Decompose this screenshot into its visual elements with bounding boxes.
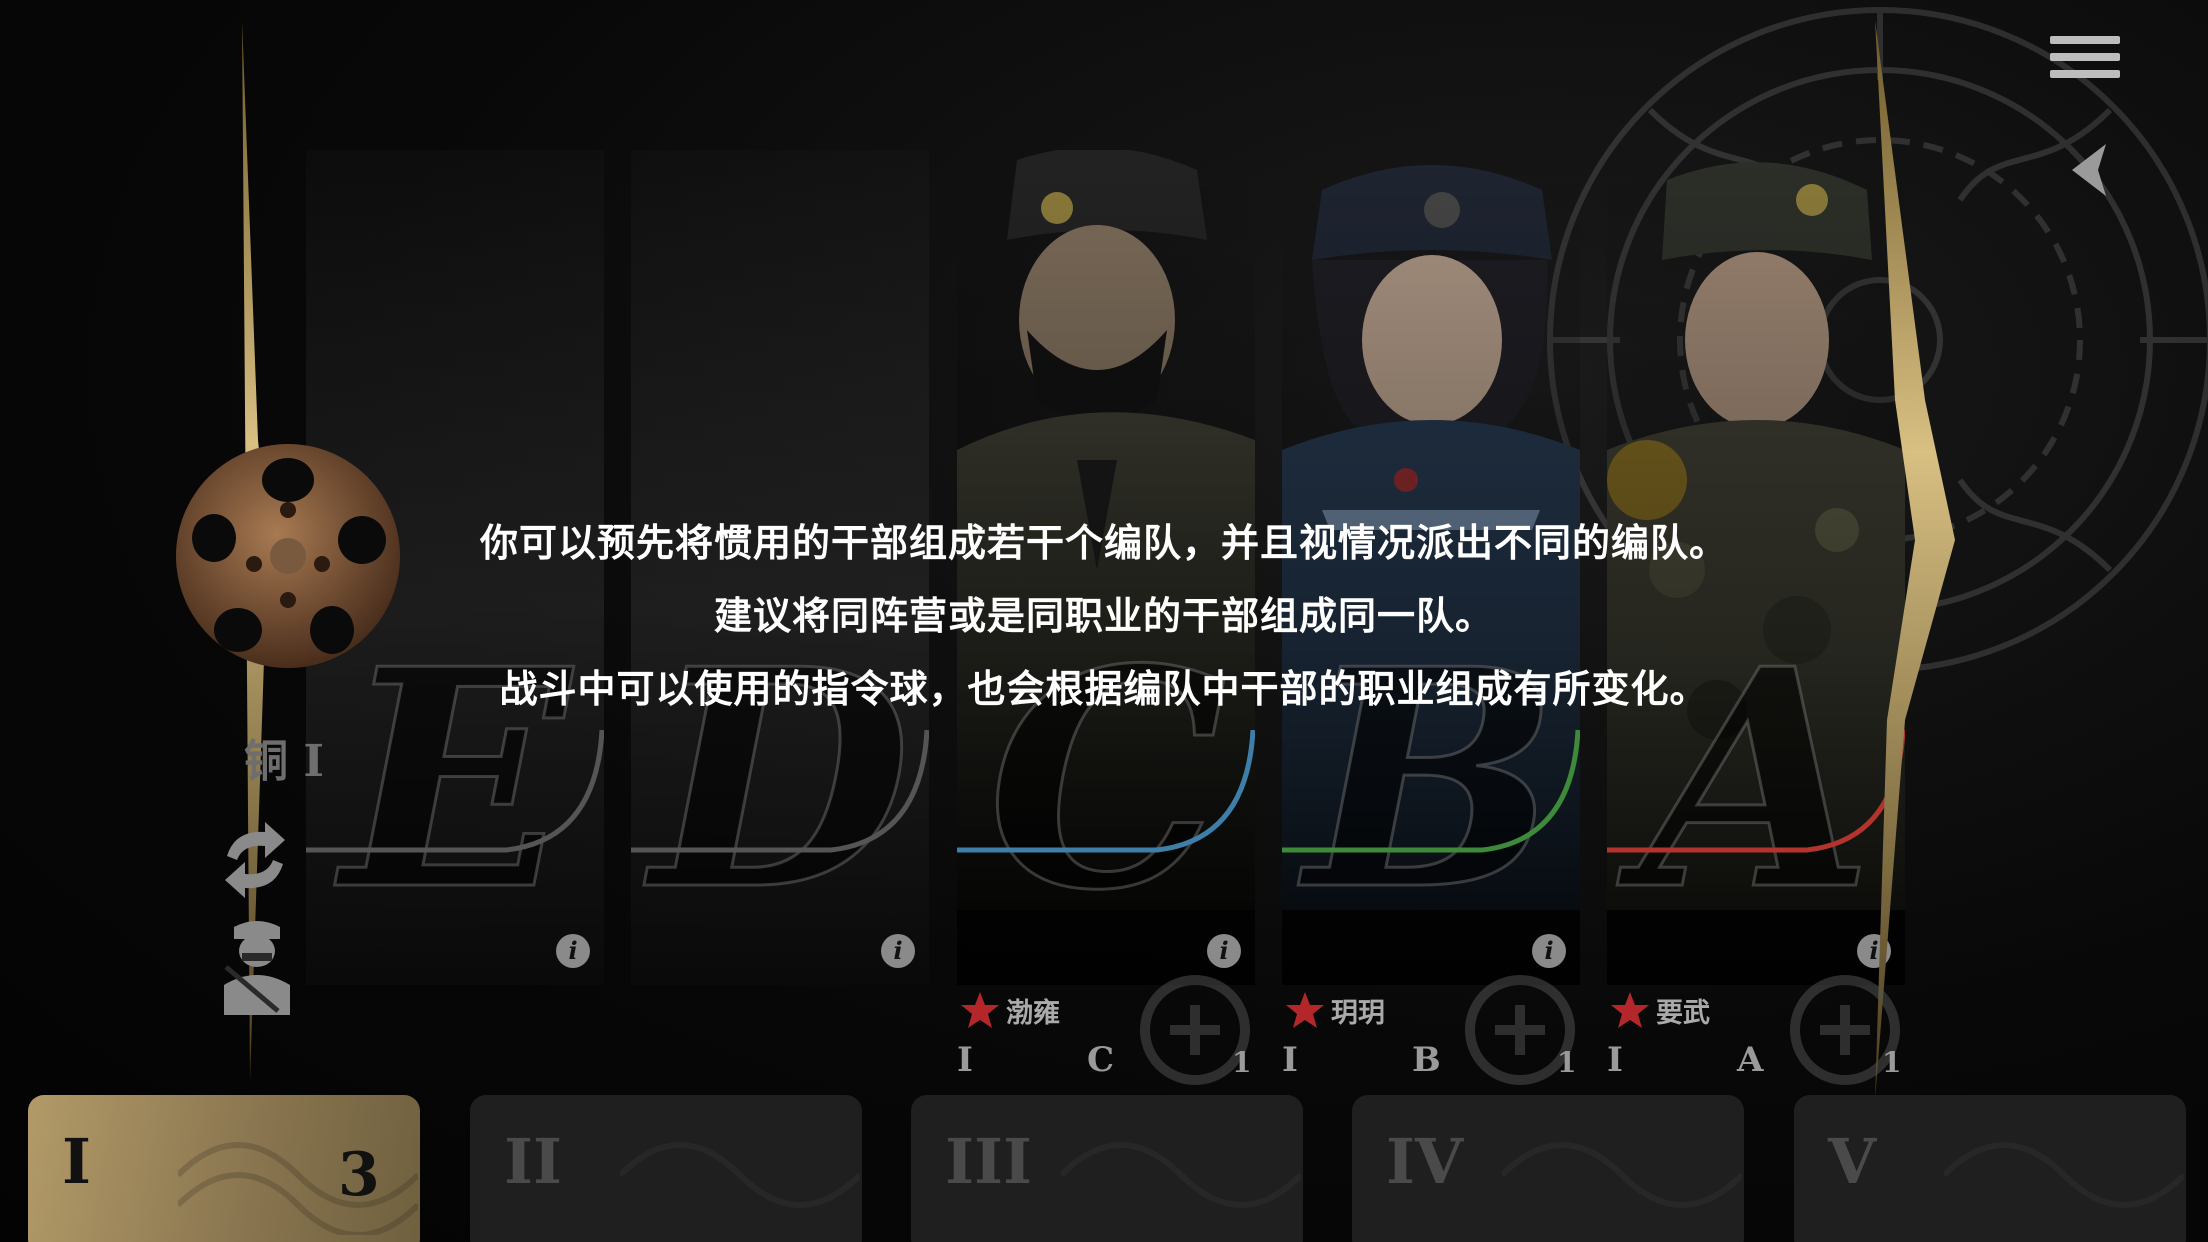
stat-tier: I bbox=[957, 1040, 973, 1080]
tutorial-line-2: 建议将同阵营或是同职业的干部组成同一队。 bbox=[713, 594, 1494, 638]
stat-level: 1 bbox=[1882, 1046, 1902, 1079]
tutorial-line-1: 你可以预先将惯用的干部组成若干个编队，并且视情况派出不同的编队。 bbox=[479, 521, 1728, 565]
stat-tier: I bbox=[1607, 1040, 1623, 1080]
tab-number: II bbox=[504, 1125, 563, 1198]
officer-name: 玥玥 bbox=[1331, 997, 1385, 1029]
team-tab-2[interactable]: II bbox=[470, 1095, 862, 1242]
slot-arc bbox=[306, 729, 604, 853]
tutorial-line-3: 战斗中可以使用的指令球，也会根据编队中干部的职业组成有所变化。 bbox=[499, 667, 1709, 711]
red-star-icon bbox=[1286, 992, 1324, 1028]
rank-label: 铜 I bbox=[244, 736, 324, 787]
team-tab-5[interactable]: V bbox=[1794, 1095, 2186, 1242]
team-tab-3[interactable]: III bbox=[911, 1095, 1303, 1242]
slot-arc-green bbox=[1282, 729, 1580, 853]
officer-icon[interactable] bbox=[218, 915, 296, 1015]
slot-arc-blue bbox=[957, 729, 1255, 853]
info-icon[interactable]: i bbox=[1532, 934, 1566, 968]
formation-slot-b[interactable]: B i bbox=[1282, 150, 1580, 985]
info-icon[interactable]: i bbox=[556, 934, 590, 968]
officer-name-row: 渤雍 bbox=[960, 990, 1060, 1030]
formation-slot-c[interactable]: C i bbox=[957, 150, 1255, 985]
officer-stats: I A 1 bbox=[1607, 1040, 1905, 1080]
formation-slot-d[interactable]: D i bbox=[631, 150, 929, 985]
officer-name: 渤雍 bbox=[1006, 997, 1060, 1029]
stat-level: 1 bbox=[1557, 1046, 1577, 1079]
team-tab-1[interactable]: I 3 bbox=[28, 1095, 420, 1242]
officer-name-row: 玥玥 bbox=[1285, 990, 1385, 1030]
stat-grade: C bbox=[1087, 1040, 1115, 1080]
tab-member-count: 3 bbox=[338, 1140, 380, 1210]
swap-icon[interactable] bbox=[215, 820, 295, 900]
tab-number: I bbox=[62, 1125, 92, 1198]
stat-tier: I bbox=[1282, 1040, 1298, 1080]
back-arrow-icon[interactable] bbox=[2058, 140, 2120, 210]
tab-number: IV bbox=[1386, 1125, 1464, 1198]
stat-level: 1 bbox=[1232, 1046, 1252, 1079]
officer-name-row: 要武 bbox=[1610, 990, 1710, 1030]
stat-grade: A bbox=[1737, 1040, 1764, 1080]
officer-name: 要武 bbox=[1656, 997, 1710, 1029]
tab-number: V bbox=[1828, 1125, 1877, 1198]
officer-stats: I B 1 bbox=[1282, 1040, 1580, 1080]
menu-icon[interactable] bbox=[2050, 36, 2120, 96]
tab-pattern bbox=[1502, 1142, 1742, 1208]
officer-stats: I C 1 bbox=[957, 1040, 1255, 1080]
stat-grade: B bbox=[1412, 1040, 1441, 1080]
tab-number: III bbox=[945, 1125, 1033, 1198]
tab-pattern bbox=[1061, 1142, 1301, 1208]
tab-pattern bbox=[178, 1142, 418, 1235]
tab-pattern bbox=[1944, 1142, 2184, 1208]
slot-arc bbox=[631, 729, 929, 853]
red-star-icon bbox=[961, 992, 999, 1028]
info-icon[interactable]: i bbox=[881, 934, 915, 968]
team-formation-screen: E i D i C i B i A i 渤雍 玥玥 要武 I C 1 I B 1… bbox=[0, 0, 2208, 1242]
tab-pattern bbox=[620, 1142, 860, 1208]
team-tab-4[interactable]: IV bbox=[1352, 1095, 1744, 1242]
red-star-icon bbox=[1611, 992, 1649, 1028]
info-icon[interactable]: i bbox=[1207, 934, 1241, 968]
